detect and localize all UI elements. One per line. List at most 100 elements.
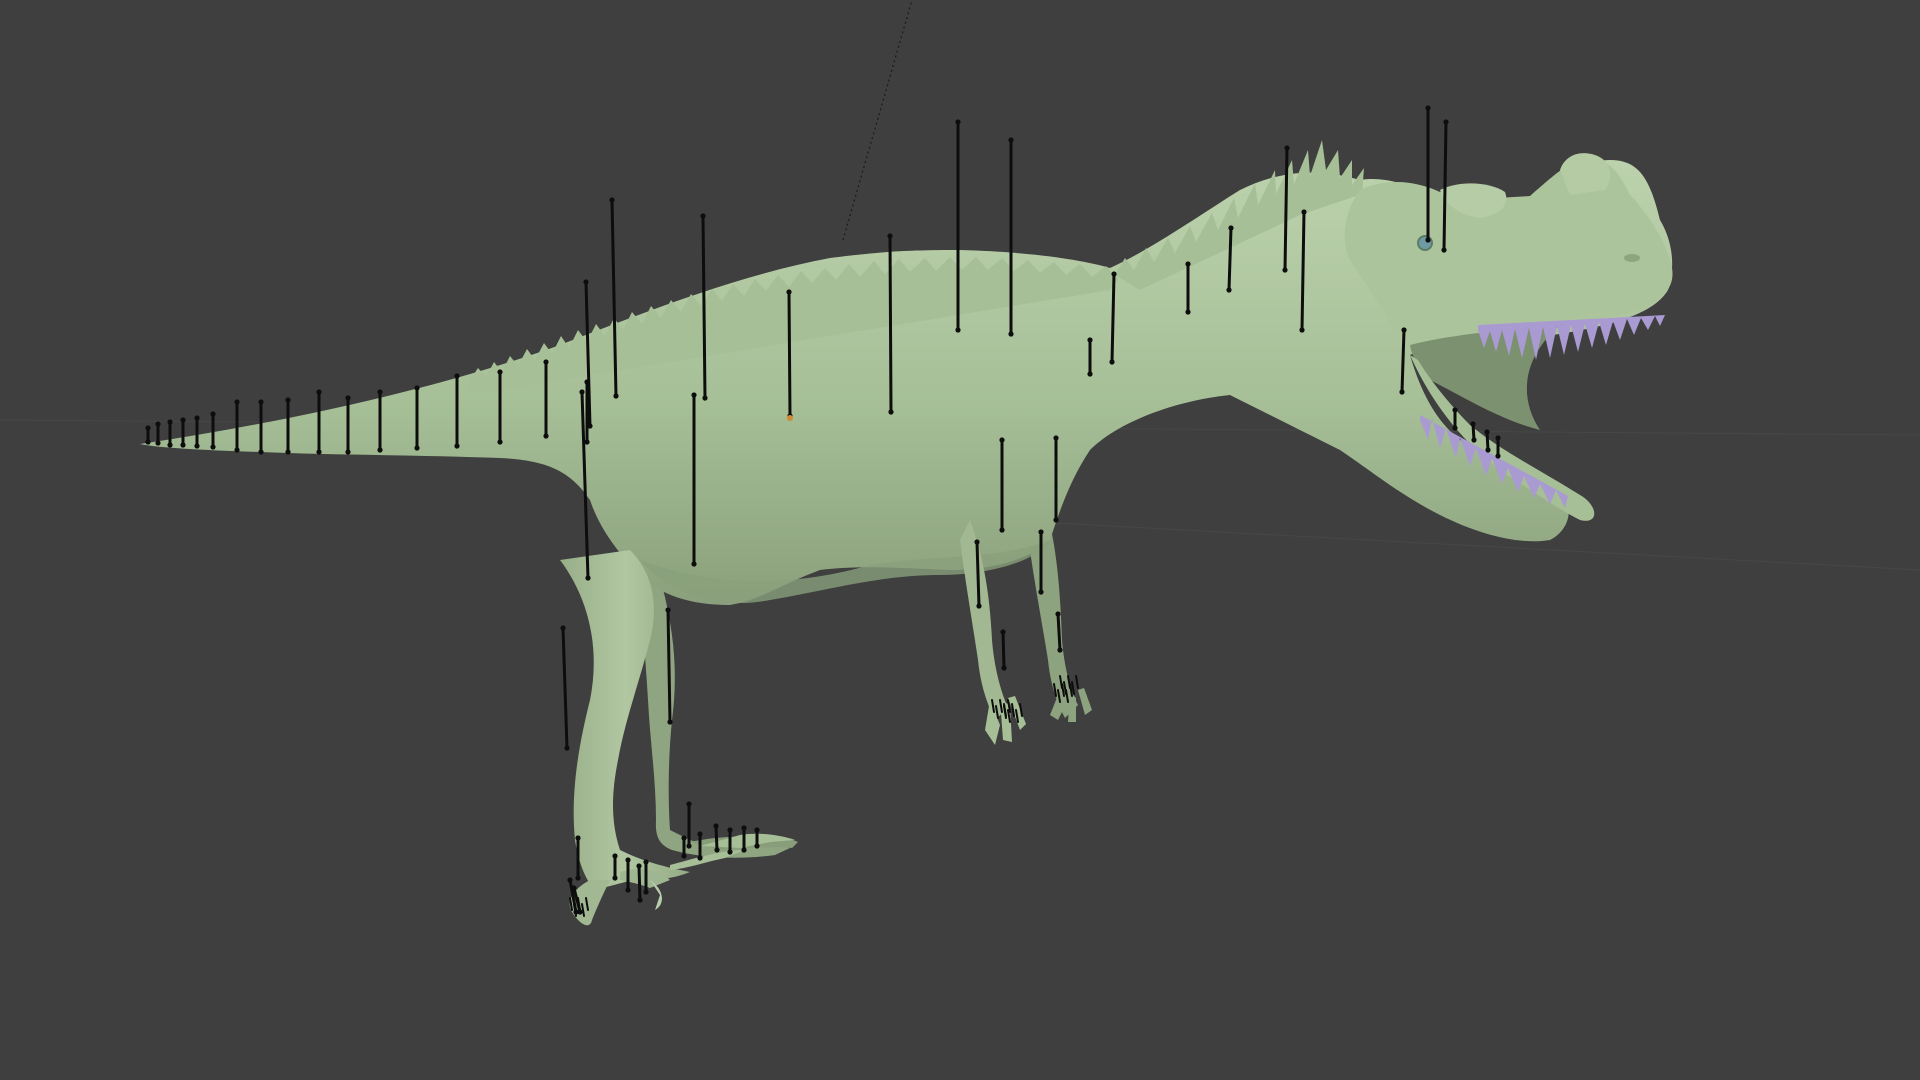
bone-joint[interactable] xyxy=(560,625,566,631)
bone-joint[interactable] xyxy=(999,527,1005,533)
bone-joint[interactable] xyxy=(583,279,589,285)
bone-joint[interactable] xyxy=(155,440,161,446)
bone-joint[interactable] xyxy=(1038,529,1044,535)
bone-joint[interactable] xyxy=(497,439,503,445)
bone-joint[interactable] xyxy=(1087,337,1093,343)
bone-joint[interactable] xyxy=(613,393,619,399)
bone-joint[interactable] xyxy=(167,442,173,448)
bone-joint[interactable] xyxy=(637,897,643,903)
bone-joint[interactable] xyxy=(643,889,649,895)
viewport-canvas[interactable] xyxy=(0,0,1920,1080)
armature-bone[interactable] xyxy=(637,864,642,902)
bone-joint[interactable] xyxy=(697,831,703,837)
bone-joint[interactable] xyxy=(625,857,631,863)
bone-joint[interactable] xyxy=(234,447,240,453)
armature-bone[interactable] xyxy=(714,824,719,852)
bone-joint[interactable] xyxy=(1226,287,1232,293)
bone-joint[interactable] xyxy=(1282,267,1288,273)
armature-bone[interactable] xyxy=(787,290,792,418)
bone-joint[interactable] xyxy=(667,719,673,725)
bone-joint[interactable] xyxy=(1452,407,1458,413)
bone-joint[interactable] xyxy=(1228,225,1234,231)
bone-joint[interactable] xyxy=(180,417,186,423)
bone-joint[interactable] xyxy=(612,875,618,881)
bone-joint[interactable] xyxy=(741,825,747,831)
bone-joint[interactable] xyxy=(697,855,703,861)
3d-viewport[interactable] xyxy=(0,0,1920,1080)
bone-joint[interactable] xyxy=(1057,647,1063,653)
bone-joint[interactable] xyxy=(714,847,720,853)
bone-joint[interactable] xyxy=(180,442,186,448)
bone-joint[interactable] xyxy=(210,411,216,417)
bone-joint[interactable] xyxy=(681,853,687,859)
bone-joint[interactable] xyxy=(681,835,687,841)
bone-joint[interactable] xyxy=(377,447,383,453)
bone-joint[interactable] xyxy=(345,449,351,455)
bone-joint[interactable] xyxy=(1055,611,1061,617)
bone-joint[interactable] xyxy=(1053,517,1059,523)
bone-joint[interactable] xyxy=(564,745,570,751)
bone-joint[interactable] xyxy=(754,827,760,833)
bone-joint[interactable] xyxy=(1109,359,1115,365)
bone-joint[interactable] xyxy=(579,389,585,395)
bone-joint[interactable] xyxy=(543,359,549,365)
bone-joint[interactable] xyxy=(625,887,631,893)
bone-joint[interactable] xyxy=(1001,665,1007,671)
bone-joint[interactable] xyxy=(727,849,733,855)
bone-joint[interactable] xyxy=(145,439,151,445)
bone-joint[interactable] xyxy=(210,444,216,450)
bone-joint[interactable] xyxy=(636,863,642,869)
armature-bone[interactable] xyxy=(701,214,707,400)
armature-bone[interactable] xyxy=(975,540,981,608)
bone-joint[interactable] xyxy=(700,213,706,219)
bone-joint[interactable] xyxy=(1008,137,1014,143)
bone-joint[interactable] xyxy=(888,409,894,415)
armature-bone[interactable] xyxy=(1400,328,1406,394)
bone-joint[interactable] xyxy=(414,385,420,391)
bone-joint[interactable] xyxy=(691,392,697,398)
bone-joint[interactable] xyxy=(1485,447,1491,453)
digit-bone[interactable] xyxy=(1075,675,1079,689)
armature-bone[interactable] xyxy=(666,608,672,724)
armature-bone[interactable] xyxy=(1485,430,1490,452)
armature-bone[interactable] xyxy=(888,234,893,414)
bone-joint[interactable] xyxy=(285,397,291,403)
bone-joint[interactable] xyxy=(1111,271,1117,277)
bone-joint[interactable] xyxy=(587,423,593,429)
bone-joint[interactable] xyxy=(727,827,733,833)
bone-joint[interactable] xyxy=(167,419,173,425)
armature-bone[interactable] xyxy=(1110,272,1116,364)
active-bone-joint[interactable] xyxy=(787,415,793,421)
bone-joint[interactable] xyxy=(575,875,581,881)
bone-joint[interactable] xyxy=(955,327,961,333)
bone-joint[interactable] xyxy=(999,437,1005,443)
armature-bone[interactable] xyxy=(1442,120,1448,252)
bone-joint[interactable] xyxy=(145,425,151,431)
bone-joint[interactable] xyxy=(567,877,573,883)
bone-joint[interactable] xyxy=(1470,421,1476,427)
armature-bone[interactable] xyxy=(1056,612,1062,652)
bone-joint[interactable] xyxy=(741,847,747,853)
bone-joint[interactable] xyxy=(1087,371,1093,377)
bone-joint[interactable] xyxy=(713,823,719,829)
bone-joint[interactable] xyxy=(155,421,161,427)
bone-joint[interactable] xyxy=(665,607,671,613)
bone-joint[interactable] xyxy=(1008,331,1014,337)
bone-joint[interactable] xyxy=(691,561,697,567)
bone-joint[interactable] xyxy=(1443,119,1449,125)
bone-joint[interactable] xyxy=(543,433,549,439)
armature-bone[interactable] xyxy=(1300,210,1306,332)
bone-joint[interactable] xyxy=(976,603,982,609)
bone-joint[interactable] xyxy=(754,843,760,849)
bone-joint[interactable] xyxy=(454,443,460,449)
bone-joint[interactable] xyxy=(234,399,240,405)
bone-joint[interactable] xyxy=(1471,437,1477,443)
bone-joint[interactable] xyxy=(285,449,291,455)
bone-joint[interactable] xyxy=(887,233,893,239)
bone-joint[interactable] xyxy=(1053,435,1059,441)
bone-joint[interactable] xyxy=(974,539,980,545)
bone-joint[interactable] xyxy=(1452,425,1458,431)
bone-joint[interactable] xyxy=(643,859,649,865)
bone-joint[interactable] xyxy=(686,843,692,849)
bone-joint[interactable] xyxy=(1495,453,1501,459)
